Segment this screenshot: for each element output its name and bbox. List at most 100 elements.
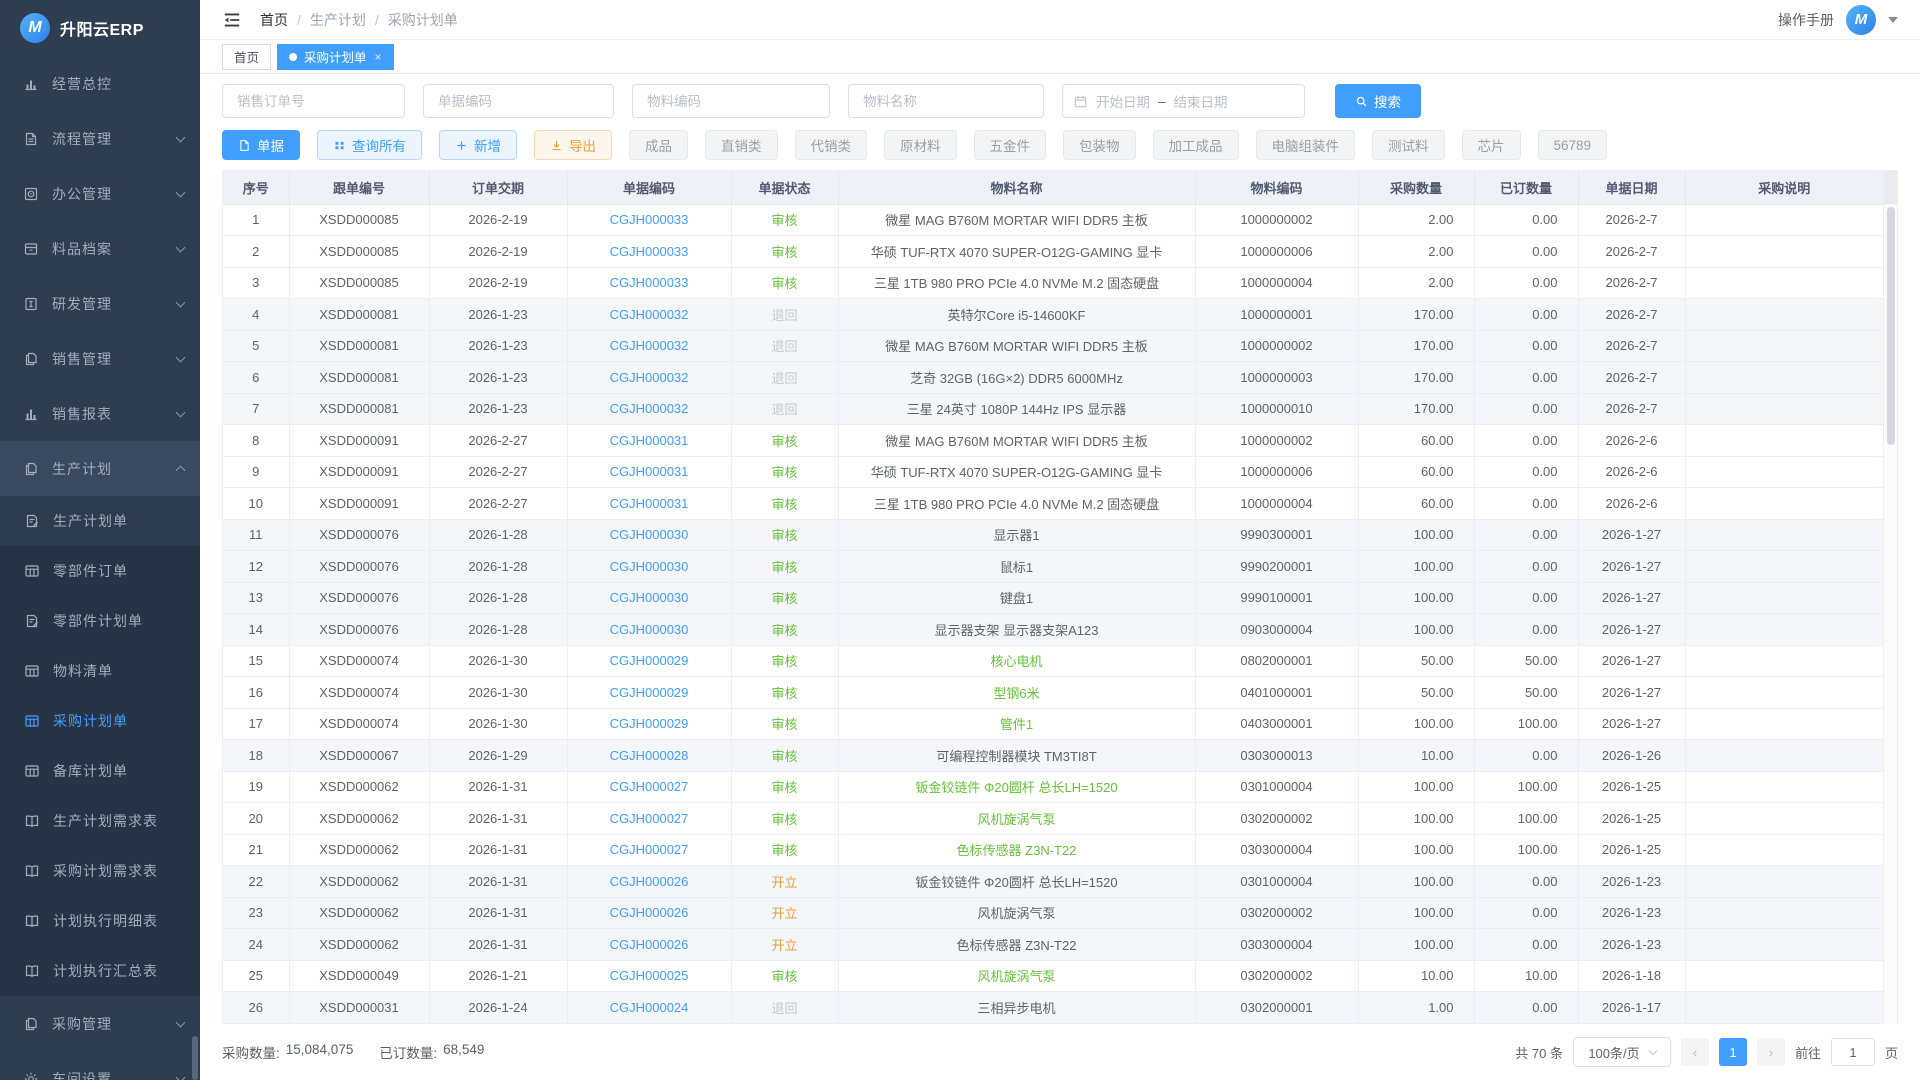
doc-no-link[interactable]: CGJH000026	[610, 874, 689, 889]
doc-no-link[interactable]: CGJH000026	[610, 937, 689, 952]
current-page-button[interactable]: 1	[1719, 1038, 1747, 1066]
user-avatar[interactable]: M	[1846, 5, 1876, 35]
add-button[interactable]: 新增	[439, 130, 517, 160]
page-size-select[interactable]: 100条/页	[1573, 1037, 1671, 1067]
prev-page-button[interactable]: ‹	[1681, 1038, 1709, 1066]
category-filter-测试料[interactable]: 测试料	[1372, 130, 1445, 160]
category-filter-五金件[interactable]: 五金件	[974, 130, 1047, 160]
sidebar-item-流程管理[interactable]: 流程管理	[0, 111, 200, 166]
search-button[interactable]: 搜索	[1335, 84, 1421, 118]
sidebar-item-办公管理[interactable]: 办公管理	[0, 166, 200, 221]
doc-no-link[interactable]: CGJH000032	[610, 307, 689, 322]
doc-no-link[interactable]: CGJH000028	[610, 748, 689, 763]
sidebar-item-物料清单[interactable]: 物料清单	[0, 646, 200, 696]
doc-no-link[interactable]: CGJH000025	[610, 968, 689, 983]
doc-no-link[interactable]: CGJH000029	[610, 653, 689, 668]
doc-no-link[interactable]: CGJH000029	[610, 685, 689, 700]
sidebar-item-生产计划需求表[interactable]: 生产计划需求表	[0, 796, 200, 846]
manual-link[interactable]: 操作手册	[1778, 10, 1834, 30]
status-badge: 退回	[771, 1001, 797, 1016]
table-row: 6 XSDD000081 2026-1-23 CGJH000032 退回 芝奇 …	[223, 362, 1883, 394]
sidebar-item-采购计划单[interactable]: 采购计划单	[0, 696, 200, 746]
table-scrollbar-thumb[interactable]	[1887, 207, 1895, 445]
tab-close-icon[interactable]: ×	[375, 50, 382, 64]
query-all-button[interactable]: 查询所有	[317, 130, 422, 160]
filter-bar: 开始日期 – 结束日期 搜索 单据	[200, 74, 1920, 160]
category-filter-芯片[interactable]: 芯片	[1462, 130, 1521, 160]
next-page-button[interactable]: ›	[1757, 1038, 1785, 1066]
sidebar-item-零部件计划单[interactable]: 零部件计划单	[0, 596, 200, 646]
sidebar-item-销售管理[interactable]: 销售管理	[0, 331, 200, 386]
doc-no-link[interactable]: CGJH000030	[610, 527, 689, 542]
breadcrumb-production-plan[interactable]: 生产计划	[310, 10, 366, 30]
category-filter-代销类[interactable]: 代销类	[795, 130, 868, 160]
table-scrollbar-corner	[1884, 171, 1897, 204]
purchase-plan-table: 序号跟单编号订单交期单据编码单据状态物料名称物料编码采购数量已订数量单据日期采购…	[222, 170, 1898, 1024]
doc-no-link[interactable]: CGJH000033	[610, 275, 689, 290]
doc-no-link[interactable]: CGJH000026	[610, 905, 689, 920]
column-header-单据日期: 单据日期	[1578, 171, 1685, 204]
document-button[interactable]: 单据	[222, 130, 300, 160]
doc-no-link[interactable]: CGJH000030	[610, 559, 689, 574]
breadcrumb-home[interactable]: 首页	[260, 10, 288, 30]
sidebar-item-备库计划单[interactable]: 备库计划单	[0, 746, 200, 796]
date-range-picker[interactable]: 开始日期 – 结束日期	[1062, 84, 1305, 118]
sidebar-item-料品档案[interactable]: 料品档案	[0, 221, 200, 276]
doc-no-link[interactable]: CGJH000031	[610, 433, 689, 448]
sidebar-item-零部件订单[interactable]: 零部件订单	[0, 546, 200, 596]
sidebar-item-研发管理[interactable]: 研发管理	[0, 276, 200, 331]
doc-no-link[interactable]: CGJH000029	[610, 716, 689, 731]
chevron-down-icon	[176, 132, 186, 142]
goto-page-input[interactable]	[1831, 1038, 1875, 1066]
sidebar-item-生产计划单[interactable]: 生产计划单	[0, 496, 200, 546]
category-filter-包装物[interactable]: 包装物	[1063, 130, 1136, 160]
sales-order-no-input[interactable]	[222, 84, 405, 118]
doc-no-link[interactable]: CGJH000031	[610, 496, 689, 511]
doc-no-link[interactable]: CGJH000031	[610, 464, 689, 479]
sidebar-collapse-icon[interactable]	[222, 10, 242, 30]
doc-no-link[interactable]: CGJH000030	[610, 590, 689, 605]
category-filter-电脑组装件[interactable]: 电脑组装件	[1256, 130, 1356, 160]
category-filter-56789[interactable]: 56789	[1538, 130, 1608, 160]
material-name-input[interactable]	[848, 84, 1044, 118]
category-filter-成品[interactable]: 成品	[629, 130, 688, 160]
sidebar-item-采购管理[interactable]: 采购管理	[0, 996, 200, 1051]
sidebar-item-计划执行明细表[interactable]: 计划执行明细表	[0, 896, 200, 946]
download-icon	[550, 139, 563, 152]
sidebar-item-计划执行汇总表[interactable]: 计划执行汇总表	[0, 946, 200, 996]
sidebar-scrollbar-thumb[interactable]	[192, 1036, 198, 1080]
tab-home[interactable]: 首页	[222, 44, 271, 70]
material-code-input[interactable]	[632, 84, 830, 118]
doc-no-link[interactable]: CGJH000024	[610, 1000, 689, 1015]
doc-no-link[interactable]: CGJH000027	[610, 779, 689, 794]
export-button[interactable]: 导出	[534, 130, 612, 160]
user-menu-caret-icon[interactable]	[1888, 17, 1898, 23]
doc-no-link[interactable]: CGJH000030	[610, 622, 689, 637]
category-filter-原材料[interactable]: 原材料	[884, 130, 957, 160]
sidebar-item-车间设置[interactable]: 车间设置	[0, 1051, 200, 1080]
doc-no-link[interactable]: CGJH000033	[610, 212, 689, 227]
table-row: 4 XSDD000081 2026-1-23 CGJH000032 退回 英特尔…	[223, 299, 1883, 331]
sidebar-item-生产计划[interactable]: 生产计划	[0, 441, 200, 496]
book-icon	[23, 913, 40, 930]
doc-code-input[interactable]	[423, 84, 614, 118]
sidebar-item-采购计划需求表[interactable]: 采购计划需求表	[0, 846, 200, 896]
status-badge: 审核	[771, 969, 797, 984]
table-row: 21 XSDD000062 2026-1-31 CGJH000027 审核 色标…	[223, 834, 1883, 866]
doc-no-link[interactable]: CGJH000027	[610, 842, 689, 857]
ordered-total-value: 68,549	[443, 1042, 484, 1062]
doc-no-link[interactable]: CGJH000032	[610, 338, 689, 353]
category-filter-直销类[interactable]: 直销类	[705, 130, 778, 160]
doc-no-link[interactable]: CGJH000033	[610, 244, 689, 259]
doc-no-link[interactable]: CGJH000032	[610, 401, 689, 416]
tab-purchase-plan[interactable]: 采购计划单 ×	[277, 44, 394, 70]
sidebar-item-经营总控[interactable]: 经营总控	[0, 56, 200, 111]
doc-no-link[interactable]: CGJH000032	[610, 370, 689, 385]
filter-inputs-row: 开始日期 – 结束日期 搜索	[222, 84, 1898, 118]
category-filter-加工成品[interactable]: 加工成品	[1153, 130, 1239, 160]
doc-no-link[interactable]: CGJH000027	[610, 811, 689, 826]
table-header-row: 序号跟单编号订单交期单据编码单据状态物料名称物料编码采购数量已订数量单据日期采购…	[223, 171, 1883, 204]
calendar-icon	[1073, 94, 1088, 109]
sidebar-item-销售报表[interactable]: 销售报表	[0, 386, 200, 441]
column-header-订单交期: 订单交期	[429, 171, 567, 204]
